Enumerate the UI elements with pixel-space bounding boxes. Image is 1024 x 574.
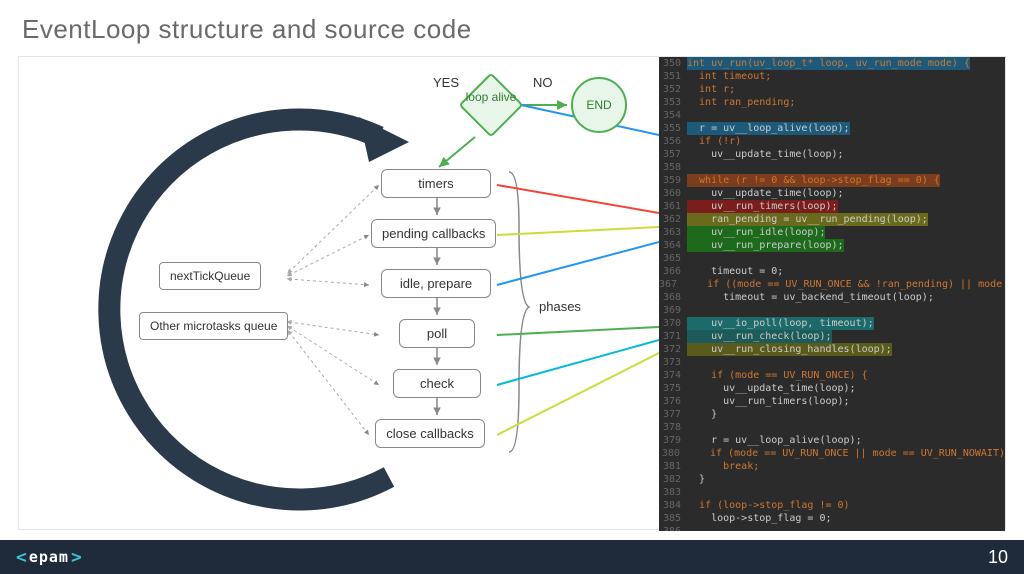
code-line: 378 bbox=[659, 421, 1005, 434]
code-line: 350int uv_run(uv_loop_t* loop, uv_run_mo… bbox=[659, 57, 1005, 70]
code-line: 356 if (!r) bbox=[659, 135, 1005, 148]
code-line: 369 bbox=[659, 304, 1005, 317]
label-yes: YES bbox=[433, 75, 459, 90]
phase-idle-prepare: idle, prepare bbox=[381, 269, 491, 298]
phase-poll: poll bbox=[399, 319, 475, 348]
code-line: 366 timeout = 0; bbox=[659, 265, 1005, 278]
code-line: 361 uv__run_timers(loop); bbox=[659, 200, 1005, 213]
phase-check: check bbox=[393, 369, 481, 398]
code-line: 370 uv__io_poll(loop, timeout); bbox=[659, 317, 1005, 330]
code-line: 365 bbox=[659, 252, 1005, 265]
code-line: 363 uv__run_idle(loop); bbox=[659, 226, 1005, 239]
code-line: 383 bbox=[659, 486, 1005, 499]
page-number: 10 bbox=[988, 547, 1008, 568]
queue-microtasks: Other microtasks queue bbox=[139, 312, 288, 340]
phase-timers: timers bbox=[381, 169, 491, 198]
page-title: EventLoop structure and source code bbox=[22, 14, 472, 45]
code-line: 376 uv__run_timers(loop); bbox=[659, 395, 1005, 408]
code-line: 360 uv__update_time(loop); bbox=[659, 187, 1005, 200]
diagram-svg bbox=[19, 57, 659, 531]
logo-text: epam bbox=[29, 548, 69, 566]
footer-bar: < epam > 10 bbox=[0, 540, 1024, 574]
label-no: NO bbox=[533, 75, 553, 90]
source-code-panel: 350int uv_run(uv_loop_t* loop, uv_run_mo… bbox=[659, 57, 1005, 531]
code-line: 352 int r; bbox=[659, 83, 1005, 96]
code-line: 385 loop->stop_flag = 0; bbox=[659, 512, 1005, 525]
code-line: 358 bbox=[659, 161, 1005, 174]
code-line: 362 ran_pending = uv__run_pending(loop); bbox=[659, 213, 1005, 226]
code-line: 364 uv__run_prepare(loop); bbox=[659, 239, 1005, 252]
slide: EventLoop structure and source code bbox=[0, 0, 1024, 574]
code-line: 372 uv__run_closing_handles(loop); bbox=[659, 343, 1005, 356]
code-line: 371 uv__run_check(loop); bbox=[659, 330, 1005, 343]
code-line: 367 if ((mode == UV_RUN_ONCE && !ran_pen… bbox=[659, 278, 1005, 291]
code-line: 381 break; bbox=[659, 460, 1005, 473]
code-line: 373 bbox=[659, 356, 1005, 369]
code-line: 374 if (mode == UV_RUN_ONCE) { bbox=[659, 369, 1005, 382]
code-line: 377 } bbox=[659, 408, 1005, 421]
code-line: 351 int timeout; bbox=[659, 70, 1005, 83]
phase-pending: pending callbacks bbox=[371, 219, 496, 248]
code-line: 379 r = uv__loop_alive(loop); bbox=[659, 434, 1005, 447]
end-label: END bbox=[586, 98, 611, 112]
code-line: 357 uv__update_time(loop); bbox=[659, 148, 1005, 161]
code-line: 359 while (r != 0 && loop->stop_flag == … bbox=[659, 174, 1005, 187]
code-line: 380 if (mode == UV_RUN_ONCE || mode == U… bbox=[659, 447, 1005, 460]
end-node: END bbox=[571, 77, 627, 133]
queue-nexttick: nextTickQueue bbox=[159, 262, 261, 290]
phase-close: close callbacks bbox=[375, 419, 485, 448]
code-line: 375 uv__update_time(loop); bbox=[659, 382, 1005, 395]
decision-loop-alive: loop alive bbox=[459, 73, 523, 137]
epam-logo: < epam > bbox=[16, 547, 82, 568]
code-line: 354 bbox=[659, 109, 1005, 122]
code-line: 368 timeout = uv_backend_timeout(loop); bbox=[659, 291, 1005, 304]
logo-bracket-right: > bbox=[71, 547, 82, 568]
logo-bracket-left: < bbox=[16, 547, 27, 568]
code-line: 386 bbox=[659, 525, 1005, 531]
eventloop-diagram: loop alive YES NO END phases nextTickQue… bbox=[19, 57, 659, 531]
code-line: 382 } bbox=[659, 473, 1005, 486]
code-line: 355 r = uv__loop_alive(loop); bbox=[659, 122, 1005, 135]
phases-label: phases bbox=[539, 299, 581, 314]
content-area: loop alive YES NO END phases nextTickQue… bbox=[18, 56, 1006, 530]
code-line: 353 int ran_pending; bbox=[659, 96, 1005, 109]
decision-label: loop alive bbox=[459, 91, 523, 104]
code-line: 384 if (loop->stop_flag != 0) bbox=[659, 499, 1005, 512]
